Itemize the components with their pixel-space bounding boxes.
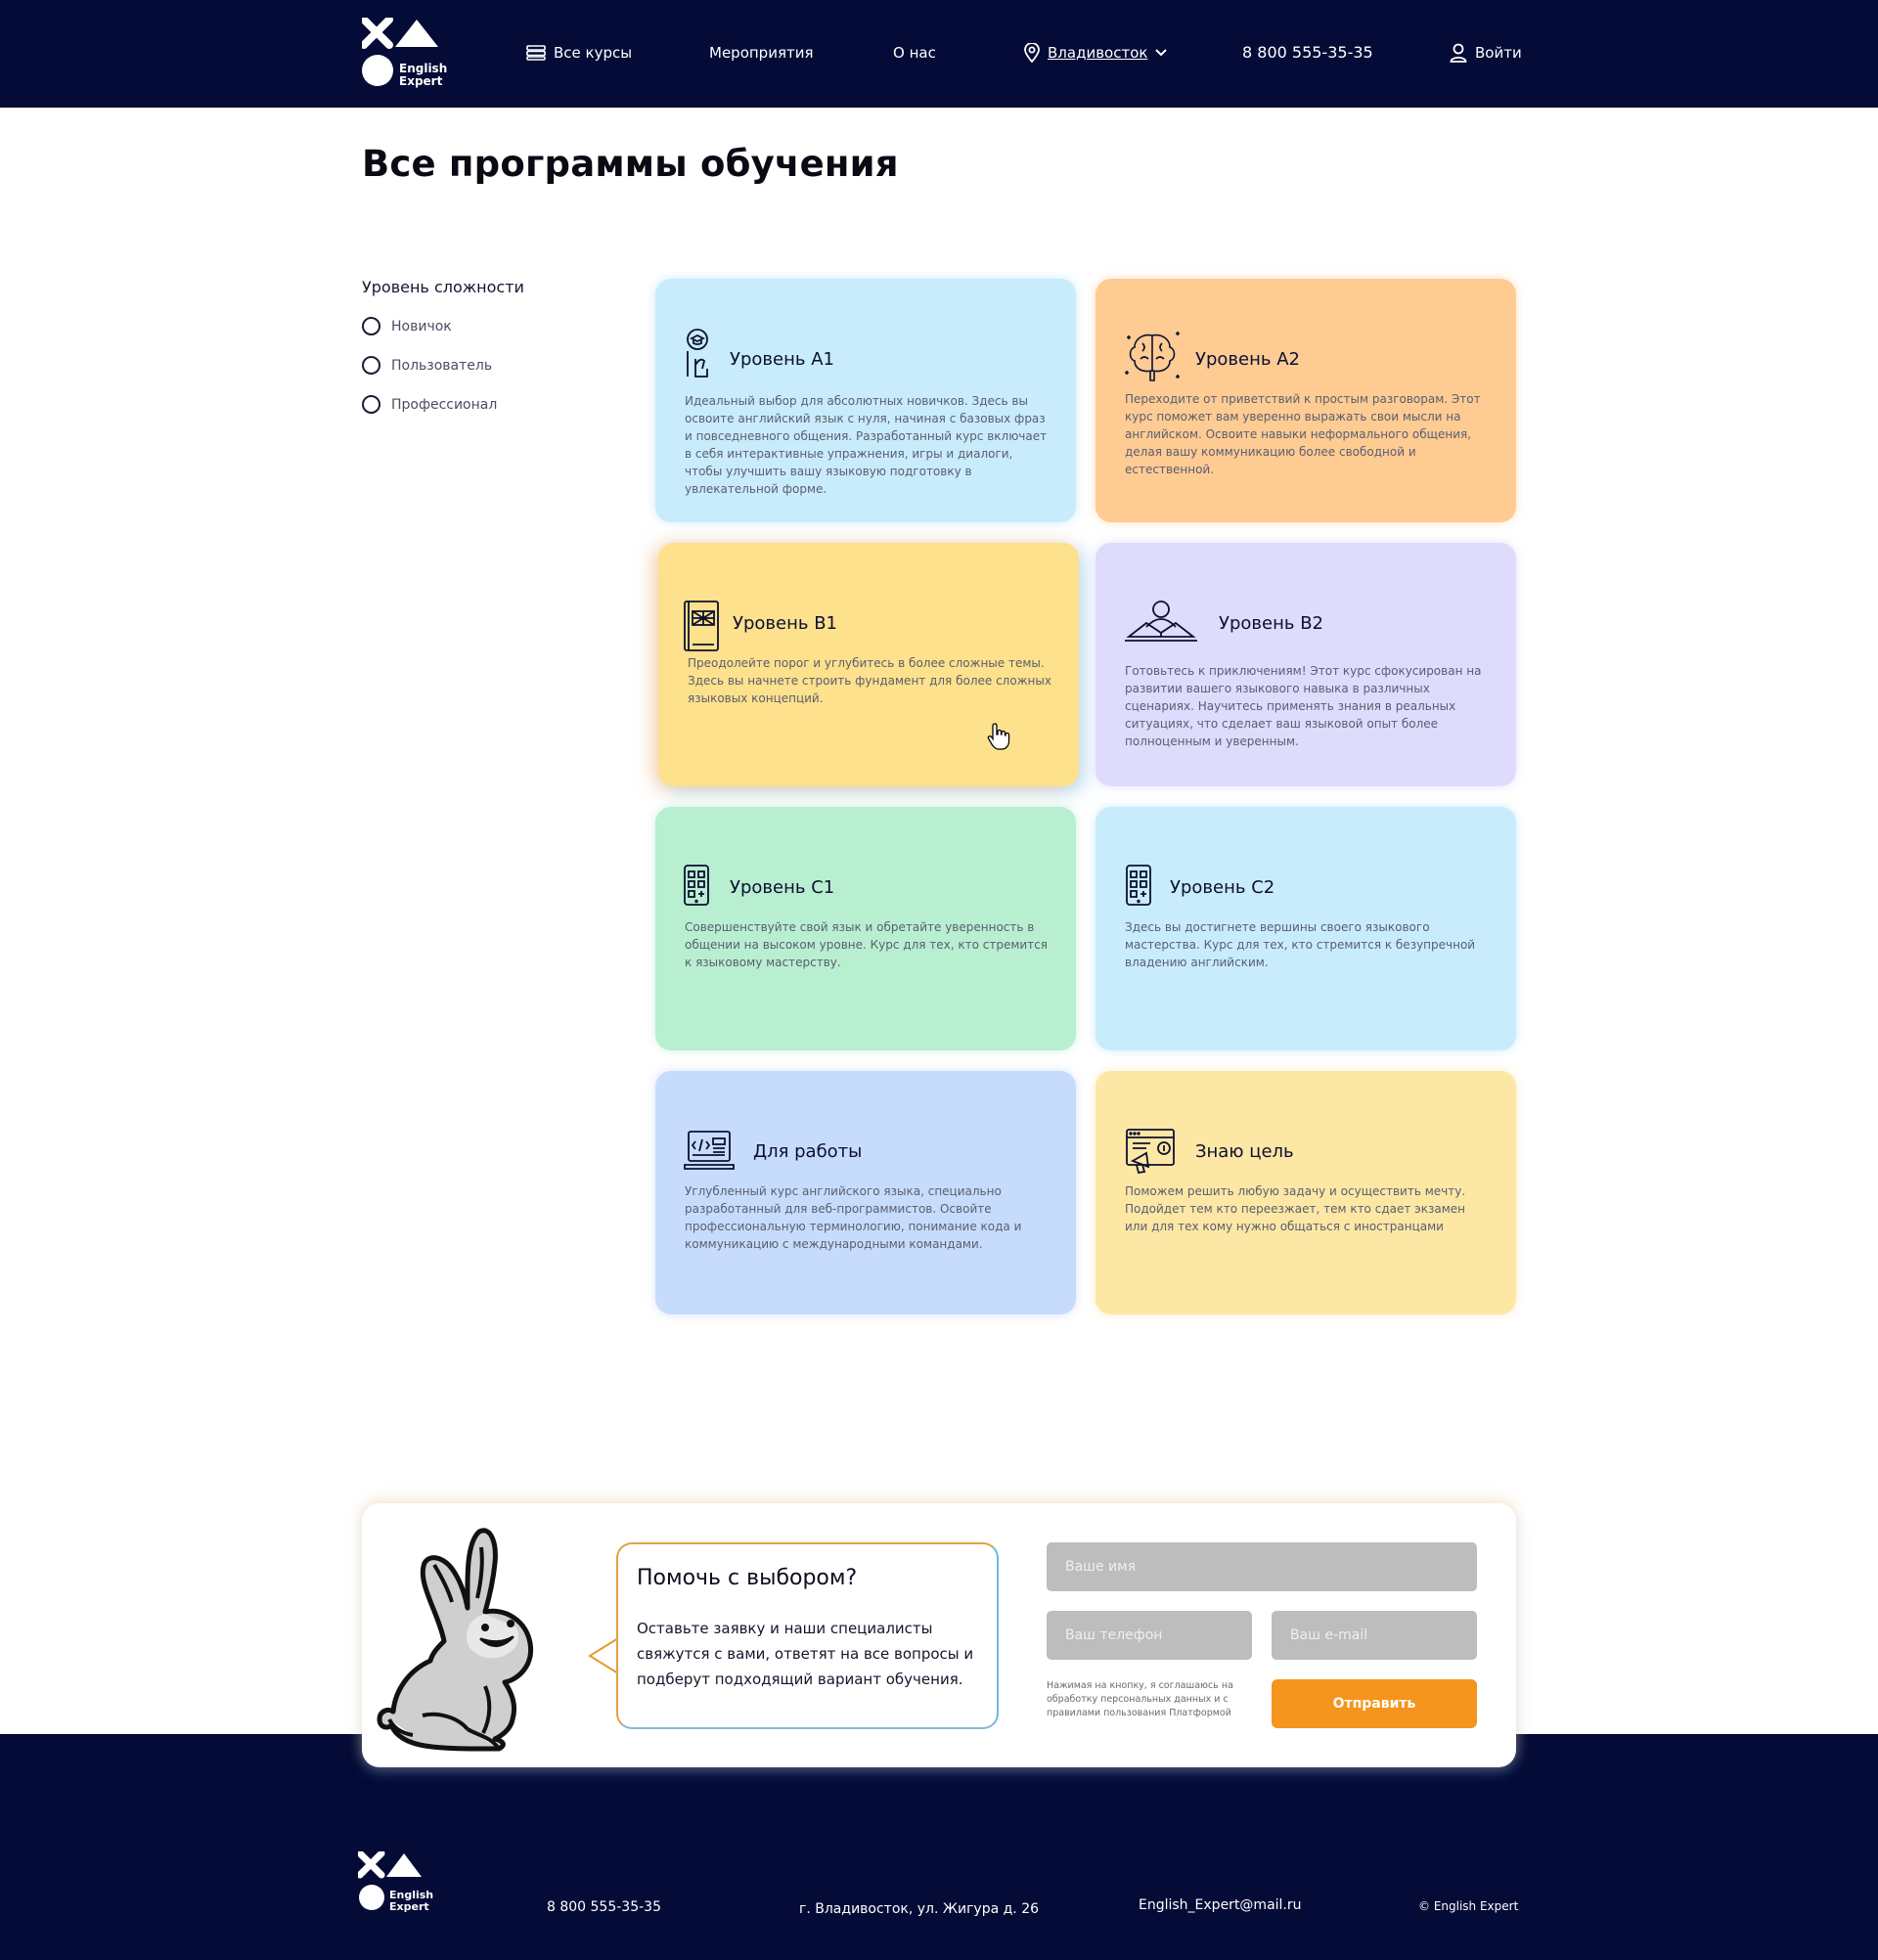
footer-copyright: © English Expert bbox=[1418, 1899, 1519, 1913]
login-button[interactable]: Войти bbox=[1450, 43, 1522, 63]
filter-option-label: Пользователь bbox=[391, 357, 493, 374]
footer-phone[interactable]: 8 800 555-35-35 bbox=[547, 1899, 661, 1915]
card-title: Уровень A1 bbox=[730, 349, 834, 370]
chevron-down-icon bbox=[1155, 49, 1168, 57]
footer-address: г. Владивосток, ул. Жигура д. 26 bbox=[799, 1901, 1040, 1917]
filter-option-beginner[interactable]: Новичок bbox=[362, 317, 452, 335]
footer-logo-text: English Expert bbox=[389, 1890, 433, 1913]
card-description: Преодолейте порог и углубитесь в более с… bbox=[688, 656, 1051, 705]
logo-text: English Expert bbox=[399, 63, 447, 88]
radio-button[interactable] bbox=[362, 395, 380, 414]
nav-events[interactable]: Мероприятия bbox=[709, 43, 813, 63]
radio-button[interactable] bbox=[362, 356, 380, 375]
login-label: Войти bbox=[1475, 44, 1522, 62]
nav-about[interactable]: О нас bbox=[893, 43, 936, 63]
student-icon bbox=[687, 329, 708, 378]
filter-option-user[interactable]: Пользователь bbox=[362, 356, 492, 375]
site-footer bbox=[0, 1734, 1878, 1960]
hand-cursor-icon bbox=[987, 723, 1010, 750]
card-description: Здесь вы достигнете вершины своего языко… bbox=[1125, 920, 1476, 969]
bunny-illustration bbox=[377, 1528, 534, 1752]
phone-apps-icon bbox=[684, 865, 709, 906]
card-title: Уровень B1 bbox=[733, 613, 837, 634]
header-phone-label: 8 800 555-35-35 bbox=[1242, 43, 1373, 62]
course-card-c1[interactable]: Уровень C1 Совершенствуйте свой язык и о… bbox=[655, 807, 1076, 1050]
footer-email[interactable]: English_Expert@mail.ru bbox=[1139, 1897, 1302, 1913]
footer-logo-text-line2: Expert bbox=[389, 1900, 429, 1913]
card-description: Поможем решить любую задачу и осуществит… bbox=[1125, 1184, 1466, 1233]
speech-bubble-tail bbox=[588, 1637, 619, 1674]
user-icon bbox=[1450, 43, 1467, 63]
card-title: Уровень C2 bbox=[1170, 877, 1275, 898]
filter-option-label: Профессионал bbox=[391, 396, 498, 413]
filter-option-label: Новичок bbox=[391, 318, 452, 334]
card-description: Совершенствуйте свой язык и обретайте ув… bbox=[685, 920, 1049, 969]
card-description: Углубленный курс английского языка, спец… bbox=[685, 1184, 1022, 1251]
card-description: Переходите от приветствий к простым разг… bbox=[1125, 392, 1481, 476]
submit-button[interactable]: Отправить bbox=[1272, 1679, 1477, 1728]
help-text: Оставьте заявку и наши специалисты свяжу… bbox=[637, 1620, 974, 1688]
card-description: Готовьтесь к приключениям! Этот курс сфо… bbox=[1125, 664, 1482, 748]
city-selector[interactable]: Владивосток bbox=[1024, 43, 1168, 63]
filter-title: Уровень сложности bbox=[362, 278, 524, 296]
course-card-c2[interactable]: Уровень C2 Здесь вы достигнете вершины с… bbox=[1096, 807, 1516, 1050]
nav-all-courses-label: Все курсы bbox=[554, 44, 633, 62]
book-flag-icon bbox=[684, 601, 719, 651]
city-name: Владивосток bbox=[1048, 44, 1148, 62]
email-input[interactable]: Ваш e-mail bbox=[1272, 1611, 1477, 1660]
menu-icon bbox=[526, 45, 546, 61]
course-card-goal[interactable]: Знаю цель Поможем решить любую задачу и … bbox=[1096, 1071, 1516, 1314]
name-input[interactable]: Ваше имя bbox=[1047, 1542, 1477, 1591]
course-card-work[interactable]: Для работы Углубленный курс английского … bbox=[655, 1071, 1076, 1314]
filter-option-professional[interactable]: Профессионал bbox=[362, 395, 497, 414]
site-header: English Expert Все курсы Мероприятия О н… bbox=[0, 0, 1878, 108]
target-marketing-icon bbox=[1126, 1129, 1175, 1175]
phone-input[interactable]: Ваш телефон bbox=[1047, 1611, 1252, 1660]
nav-about-label: О нас bbox=[893, 44, 936, 62]
course-card-b2[interactable]: Уровень B2 Готовьтесь к приключениям! Эт… bbox=[1096, 543, 1516, 786]
reader-icon bbox=[1125, 601, 1197, 642]
logo-text-line2: Expert bbox=[399, 74, 443, 88]
radio-button[interactable] bbox=[362, 317, 380, 335]
course-card-a2[interactable]: Уровень A2 Переходите от приветствий к п… bbox=[1096, 279, 1516, 522]
laptop-code-icon bbox=[684, 1131, 735, 1170]
card-description: Идеальный выбор для абсолютных новичков.… bbox=[685, 394, 1048, 496]
card-title: Уровень B2 bbox=[1219, 613, 1323, 634]
card-title: Знаю цель bbox=[1195, 1141, 1294, 1162]
course-card-a1[interactable]: Уровень A1 Идеальный выбор для абсолютны… bbox=[655, 279, 1076, 522]
card-title: Уровень A2 bbox=[1195, 349, 1300, 370]
nav-all-courses[interactable]: Все курсы bbox=[526, 43, 632, 63]
consent-text: Нажимая на кнопку, я соглашаюсь на обраб… bbox=[1047, 1680, 1233, 1718]
page-title: Все программы обучения bbox=[362, 143, 899, 185]
phone-apps-icon bbox=[1126, 865, 1151, 906]
card-title: Для работы bbox=[753, 1141, 863, 1162]
location-pin-icon bbox=[1024, 43, 1040, 63]
header-phone[interactable]: 8 800 555-35-35 bbox=[1242, 43, 1373, 63]
help-title: Помочь с выбором? bbox=[637, 1566, 858, 1590]
brain-icon bbox=[1125, 332, 1180, 381]
nav-events-label: Мероприятия bbox=[709, 44, 814, 62]
course-card-b1[interactable]: Уровень B1 Преодолейте порог и углубитес… bbox=[658, 543, 1079, 786]
card-title: Уровень C1 bbox=[730, 877, 835, 898]
